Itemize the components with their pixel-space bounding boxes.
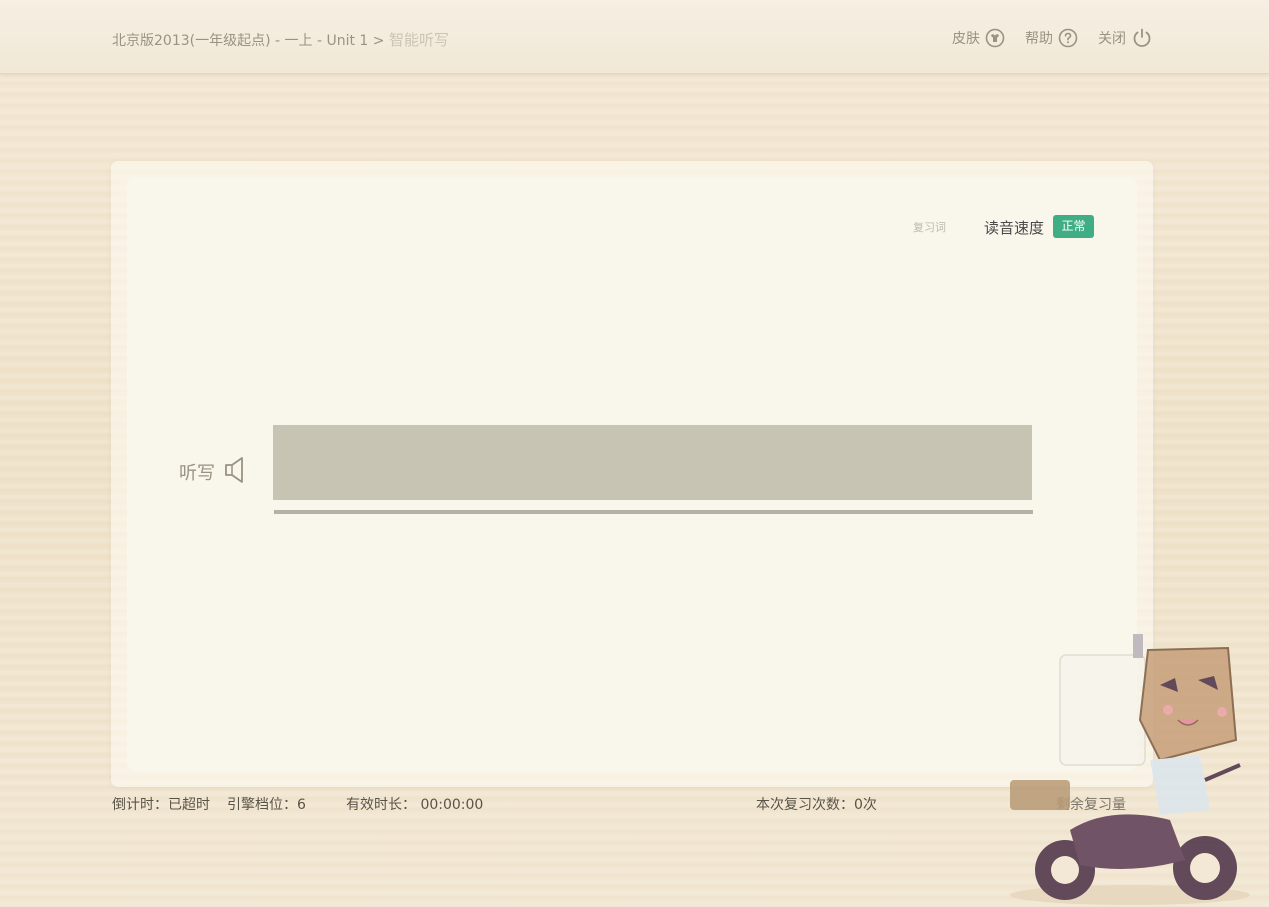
- skin-icon: [985, 28, 1005, 48]
- close-button[interactable]: 关闭: [1098, 27, 1153, 49]
- speaker-icon[interactable]: [224, 455, 250, 485]
- countdown-status: 倒计时：已超时: [112, 797, 210, 813]
- power-icon: [1133, 28, 1151, 47]
- close-label: 关闭: [1098, 31, 1126, 47]
- help-label: 帮助: [1025, 31, 1053, 47]
- breadcrumb-current: 智能听写: [388, 31, 449, 49]
- speed-label: 读音速度: [984, 219, 1045, 237]
- answer-underline: [274, 510, 1033, 514]
- skin-button[interactable]: 皮肤: [952, 27, 1005, 49]
- answer-input[interactable]: [273, 425, 1032, 500]
- review-count-status: 本次复习次数：0次: [756, 797, 877, 813]
- skin-label: 皮肤: [952, 31, 980, 47]
- engine-gear-status: 引擎档位：6: [227, 797, 306, 813]
- review-words-link[interactable]: 复习词: [913, 219, 946, 235]
- help-icon: [1058, 28, 1078, 48]
- dictation-label: 听写: [179, 463, 215, 484]
- help-button[interactable]: 帮助: [1025, 27, 1078, 49]
- top-actions: 皮肤 帮助 关闭: [952, 27, 1153, 49]
- box-mascot-illustration: [1010, 634, 1250, 905]
- top-bar: 北京版2013(一年级起点) - 一上 - Unit 1 > 智能听写 皮肤 帮…: [0, 0, 1269, 74]
- breadcrumb-path[interactable]: 北京版2013(一年级起点) - 一上 - Unit 1 >: [112, 33, 385, 49]
- speed-toggle-button[interactable]: 正常: [1053, 215, 1094, 238]
- effective-duration-status: 有效时长： 00:00:00: [346, 797, 484, 813]
- breadcrumb: 北京版2013(一年级起点) - 一上 - Unit 1 > 智能听写: [112, 29, 449, 50]
